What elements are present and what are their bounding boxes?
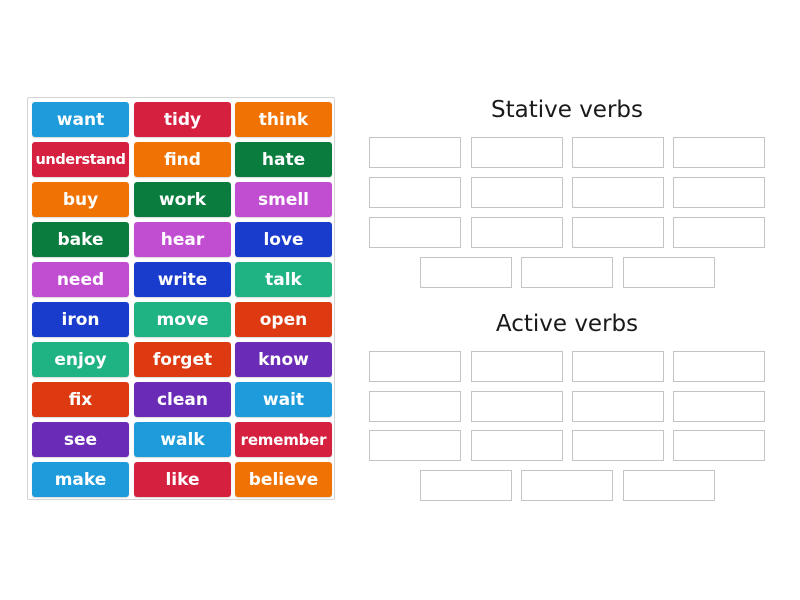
drop-slot[interactable] (420, 470, 512, 501)
word-tile[interactable]: clean (134, 382, 231, 417)
word-tile[interactable]: move (134, 302, 231, 337)
word-tile[interactable]: tidy (134, 102, 231, 137)
drop-slot[interactable] (572, 391, 664, 422)
drop-slot[interactable] (673, 430, 765, 461)
drop-slot[interactable] (623, 257, 715, 288)
word-tile[interactable]: walk (134, 422, 231, 457)
word-tile[interactable]: think (235, 102, 332, 137)
drop-slot[interactable] (471, 391, 563, 422)
word-tile[interactable]: smell (235, 182, 332, 217)
word-tile[interactable]: bake (32, 222, 129, 257)
word-tile[interactable]: understand (32, 142, 129, 177)
word-tile[interactable]: fix (32, 382, 129, 417)
word-tile-bank: want tidy think understand find hate buy work sm… (27, 97, 335, 500)
word-tile[interactable]: like (134, 462, 231, 497)
word-tile[interactable]: buy (32, 182, 129, 217)
word-tile[interactable]: open (235, 302, 332, 337)
drop-slot[interactable] (521, 257, 613, 288)
drop-slot[interactable] (572, 177, 664, 208)
word-tile[interactable]: wait (235, 382, 332, 417)
drop-slot[interactable] (673, 391, 765, 422)
drop-slot[interactable] (572, 217, 664, 248)
word-tile[interactable]: know (235, 342, 332, 377)
group-title-stative: Stative verbs (491, 97, 643, 123)
word-tile[interactable]: talk (235, 262, 332, 297)
drop-slot[interactable] (673, 351, 765, 382)
drop-slot[interactable] (369, 137, 461, 168)
drop-slot[interactable] (673, 217, 765, 248)
drop-slot[interactable] (369, 430, 461, 461)
drop-slot[interactable] (471, 177, 563, 208)
drop-slot[interactable] (521, 470, 613, 501)
drop-slot[interactable] (369, 351, 461, 382)
word-tile[interactable]: remember (235, 422, 332, 457)
word-tile[interactable]: find (134, 142, 231, 177)
word-tile[interactable]: believe (235, 462, 332, 497)
drop-slot[interactable] (572, 351, 664, 382)
drop-slot[interactable] (673, 177, 765, 208)
word-tile[interactable]: forget (134, 342, 231, 377)
drop-slot[interactable] (420, 257, 512, 288)
word-tile[interactable]: see (32, 422, 129, 457)
word-tile[interactable]: enjoy (32, 342, 129, 377)
group-title-active: Active verbs (495, 311, 639, 337)
drop-slot[interactable] (572, 137, 664, 168)
word-tile[interactable]: write (134, 262, 231, 297)
word-tile[interactable]: hate (235, 142, 332, 177)
word-tile[interactable]: work (134, 182, 231, 217)
drop-slot[interactable] (369, 391, 461, 422)
word-tile[interactable]: love (235, 222, 332, 257)
group-sort-activity: want tidy think understand find hate buy work sm… (0, 0, 800, 600)
drop-slot[interactable] (572, 430, 664, 461)
drop-slot[interactable] (673, 137, 765, 168)
drop-slot[interactable] (471, 137, 563, 168)
word-tile[interactable]: want (32, 102, 129, 137)
word-tile[interactable]: iron (32, 302, 129, 337)
drop-slot[interactable] (471, 217, 563, 248)
word-tile[interactable]: make (32, 462, 129, 497)
drop-slot[interactable] (369, 217, 461, 248)
word-tile[interactable]: need (32, 262, 129, 297)
drop-slot[interactable] (369, 177, 461, 208)
word-tile[interactable]: hear (134, 222, 231, 257)
drop-slot[interactable] (471, 351, 563, 382)
drop-slot[interactable] (471, 430, 563, 461)
drop-slot[interactable] (623, 470, 715, 501)
